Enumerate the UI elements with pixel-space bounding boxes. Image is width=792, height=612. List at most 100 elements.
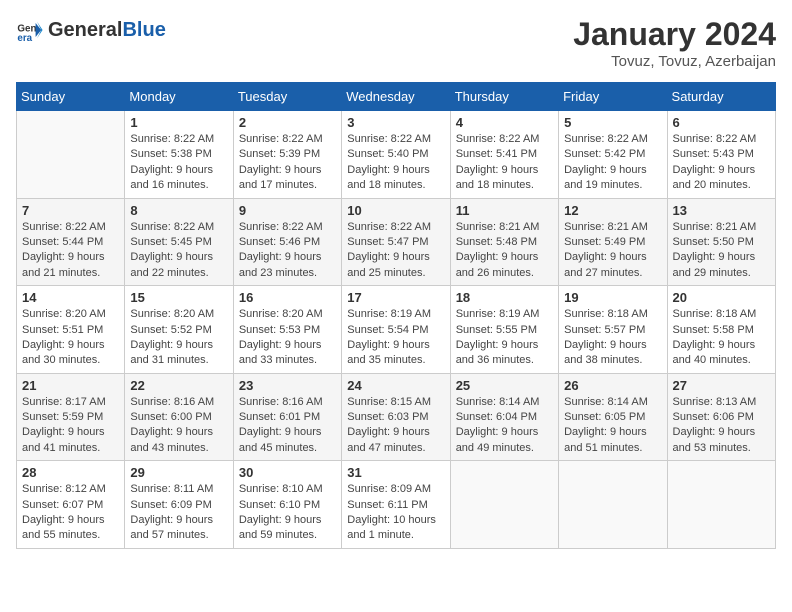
day-info: Sunrise: 8:18 AM Sunset: 5:57 PM Dayligh… bbox=[564, 307, 661, 369]
calendar-cell: 13 Sunrise: 8:21 AM Sunset: 5:50 PM Dayli… bbox=[667, 198, 775, 286]
calendar-cell: 28 Sunrise: 8:12 AM Sunset: 6:07 PM Dayli… bbox=[17, 461, 125, 549]
day-number: 18 bbox=[456, 290, 553, 305]
day-number: 15 bbox=[130, 290, 227, 305]
calendar-cell: 9 Sunrise: 8:22 AM Sunset: 5:46 PM Daylig… bbox=[233, 198, 341, 286]
day-number: 5 bbox=[564, 115, 661, 130]
day-info: Sunrise: 8:14 AM Sunset: 6:04 PM Dayligh… bbox=[456, 395, 553, 457]
day-info: Sunrise: 8:15 AM Sunset: 6:03 PM Dayligh… bbox=[347, 395, 444, 457]
calendar-cell: 31Sunrise: 8:09 AM Sunset: 6:11 PM Dayli… bbox=[342, 461, 450, 549]
day-number: 14 bbox=[22, 290, 119, 305]
week-row-1: 1 Sunrise: 8:22 AM Sunset: 5:38 PM Daylig… bbox=[17, 111, 776, 199]
calendar-cell: 7Sunrise: 8:22 AM Sunset: 5:44 PM Daylig… bbox=[17, 198, 125, 286]
calendar-cell: 23 Sunrise: 8:16 AM Sunset: 6:01 PM Dayli… bbox=[233, 373, 341, 461]
day-number: 30 bbox=[239, 465, 336, 480]
calendar-cell: 25 Sunrise: 8:14 AM Sunset: 6:04 PM Dayli… bbox=[450, 373, 558, 461]
day-info: Sunrise: 8:22 AM Sunset: 5:40 PM Dayligh… bbox=[347, 132, 444, 194]
calendar-header-row: SundayMondayTuesdayWednesdayThursdayFrid… bbox=[17, 83, 776, 111]
month-title: January 2024 bbox=[573, 16, 776, 53]
calendar-cell: 19Sunrise: 8:18 AM Sunset: 5:57 PM Dayli… bbox=[559, 286, 667, 374]
calendar-cell: 3 Sunrise: 8:22 AM Sunset: 5:40 PM Daylig… bbox=[342, 111, 450, 199]
day-info: Sunrise: 8:22 AM Sunset: 5:38 PM Dayligh… bbox=[130, 132, 227, 194]
day-number: 1 bbox=[130, 115, 227, 130]
day-number: 13 bbox=[673, 203, 770, 218]
week-row-4: 21Sunrise: 8:17 AM Sunset: 5:59 PM Dayli… bbox=[17, 373, 776, 461]
day-number: 20 bbox=[673, 290, 770, 305]
day-number: 12 bbox=[564, 203, 661, 218]
title-area: January 2024 Tovuz, Tovuz, Azerbaijan bbox=[573, 16, 776, 70]
day-info: Sunrise: 8:22 AM Sunset: 5:46 PM Dayligh… bbox=[239, 220, 336, 282]
day-number: 23 bbox=[239, 378, 336, 393]
calendar-cell: 14 Sunrise: 8:20 AM Sunset: 5:51 PM Dayli… bbox=[17, 286, 125, 374]
column-header-monday: Monday bbox=[125, 83, 233, 111]
day-info: Sunrise: 8:21 AM Sunset: 5:48 PM Dayligh… bbox=[456, 220, 553, 282]
column-header-thursday: Thursday bbox=[450, 83, 558, 111]
calendar-cell: 18 Sunrise: 8:19 AM Sunset: 5:55 PM Dayli… bbox=[450, 286, 558, 374]
day-number: 9 bbox=[239, 203, 336, 218]
day-info: Sunrise: 8:22 AM Sunset: 5:43 PM Dayligh… bbox=[673, 132, 770, 194]
day-info: Sunrise: 8:16 AM Sunset: 6:01 PM Dayligh… bbox=[239, 395, 336, 457]
day-info: Sunrise: 8:21 AM Sunset: 5:50 PM Dayligh… bbox=[673, 220, 770, 282]
day-number: 11 bbox=[456, 203, 553, 218]
logo-text: GeneralBlue bbox=[48, 19, 166, 42]
calendar-cell: 12 Sunrise: 8:21 AM Sunset: 5:49 PM Dayli… bbox=[559, 198, 667, 286]
calendar-cell: 10 Sunrise: 8:22 AM Sunset: 5:47 PM Dayli… bbox=[342, 198, 450, 286]
day-number: 24 bbox=[347, 378, 444, 393]
day-info: Sunrise: 8:21 AM Sunset: 5:49 PM Dayligh… bbox=[564, 220, 661, 282]
day-number: 31 bbox=[347, 465, 444, 480]
calendar-cell: 17 Sunrise: 8:19 AM Sunset: 5:54 PM Dayli… bbox=[342, 286, 450, 374]
day-number: 17 bbox=[347, 290, 444, 305]
day-number: 3 bbox=[347, 115, 444, 130]
day-info: Sunrise: 8:19 AM Sunset: 5:55 PM Dayligh… bbox=[456, 307, 553, 369]
calendar-cell: 26 Sunrise: 8:14 AM Sunset: 6:05 PM Dayli… bbox=[559, 373, 667, 461]
day-info: Sunrise: 8:19 AM Sunset: 5:54 PM Dayligh… bbox=[347, 307, 444, 369]
day-info: Sunrise: 8:22 AM Sunset: 5:42 PM Dayligh… bbox=[564, 132, 661, 194]
day-number: 22 bbox=[130, 378, 227, 393]
logo-general: General bbox=[48, 19, 122, 41]
calendar-cell: 16 Sunrise: 8:20 AM Sunset: 5:53 PM Dayli… bbox=[233, 286, 341, 374]
calendar-table: SundayMondayTuesdayWednesdayThursdayFrid… bbox=[16, 82, 776, 549]
calendar-cell: 24 Sunrise: 8:15 AM Sunset: 6:03 PM Dayli… bbox=[342, 373, 450, 461]
logo-icon: Gen era bbox=[16, 16, 44, 44]
day-info: Sunrise: 8:13 AM Sunset: 6:06 PM Dayligh… bbox=[673, 395, 770, 457]
column-header-friday: Friday bbox=[559, 83, 667, 111]
day-number: 4 bbox=[456, 115, 553, 130]
day-info: Sunrise: 8:12 AM Sunset: 6:07 PM Dayligh… bbox=[22, 482, 119, 544]
day-number: 2 bbox=[239, 115, 336, 130]
svg-text:era: era bbox=[17, 33, 32, 44]
calendar-cell bbox=[17, 111, 125, 199]
day-number: 21 bbox=[22, 378, 119, 393]
column-header-tuesday: Tuesday bbox=[233, 83, 341, 111]
day-number: 25 bbox=[456, 378, 553, 393]
calendar-cell: 21Sunrise: 8:17 AM Sunset: 5:59 PM Dayli… bbox=[17, 373, 125, 461]
calendar-cell: 15 Sunrise: 8:20 AM Sunset: 5:52 PM Dayli… bbox=[125, 286, 233, 374]
day-info: Sunrise: 8:20 AM Sunset: 5:52 PM Dayligh… bbox=[130, 307, 227, 369]
week-row-3: 14 Sunrise: 8:20 AM Sunset: 5:51 PM Dayli… bbox=[17, 286, 776, 374]
calendar-cell: 4Sunrise: 8:22 AM Sunset: 5:41 PM Daylig… bbox=[450, 111, 558, 199]
column-header-sunday: Sunday bbox=[17, 83, 125, 111]
day-info: Sunrise: 8:22 AM Sunset: 5:39 PM Dayligh… bbox=[239, 132, 336, 194]
calendar-cell: 27Sunrise: 8:13 AM Sunset: 6:06 PM Dayli… bbox=[667, 373, 775, 461]
day-info: Sunrise: 8:22 AM Sunset: 5:45 PM Dayligh… bbox=[130, 220, 227, 282]
day-number: 6 bbox=[673, 115, 770, 130]
day-number: 26 bbox=[564, 378, 661, 393]
day-info: Sunrise: 8:16 AM Sunset: 6:00 PM Dayligh… bbox=[130, 395, 227, 457]
calendar-cell bbox=[559, 461, 667, 549]
day-number: 29 bbox=[130, 465, 227, 480]
day-info: Sunrise: 8:22 AM Sunset: 5:47 PM Dayligh… bbox=[347, 220, 444, 282]
day-info: Sunrise: 8:14 AM Sunset: 6:05 PM Dayligh… bbox=[564, 395, 661, 457]
day-number: 28 bbox=[22, 465, 119, 480]
calendar-cell: 11 Sunrise: 8:21 AM Sunset: 5:48 PM Dayli… bbox=[450, 198, 558, 286]
day-number: 10 bbox=[347, 203, 444, 218]
calendar-cell bbox=[450, 461, 558, 549]
page-header: Gen era GeneralBlue January 2024 Tovuz, … bbox=[16, 16, 776, 70]
day-number: 16 bbox=[239, 290, 336, 305]
day-info: Sunrise: 8:20 AM Sunset: 5:51 PM Dayligh… bbox=[22, 307, 119, 369]
day-info: Sunrise: 8:20 AM Sunset: 5:53 PM Dayligh… bbox=[239, 307, 336, 369]
day-info: Sunrise: 8:22 AM Sunset: 5:44 PM Dayligh… bbox=[22, 220, 119, 282]
calendar-cell bbox=[667, 461, 775, 549]
day-info: Sunrise: 8:10 AM Sunset: 6:10 PM Dayligh… bbox=[239, 482, 336, 544]
column-header-wednesday: Wednesday bbox=[342, 83, 450, 111]
column-header-saturday: Saturday bbox=[667, 83, 775, 111]
calendar-cell: 2 Sunrise: 8:22 AM Sunset: 5:39 PM Daylig… bbox=[233, 111, 341, 199]
calendar-cell: 20Sunrise: 8:18 AM Sunset: 5:58 PM Dayli… bbox=[667, 286, 775, 374]
